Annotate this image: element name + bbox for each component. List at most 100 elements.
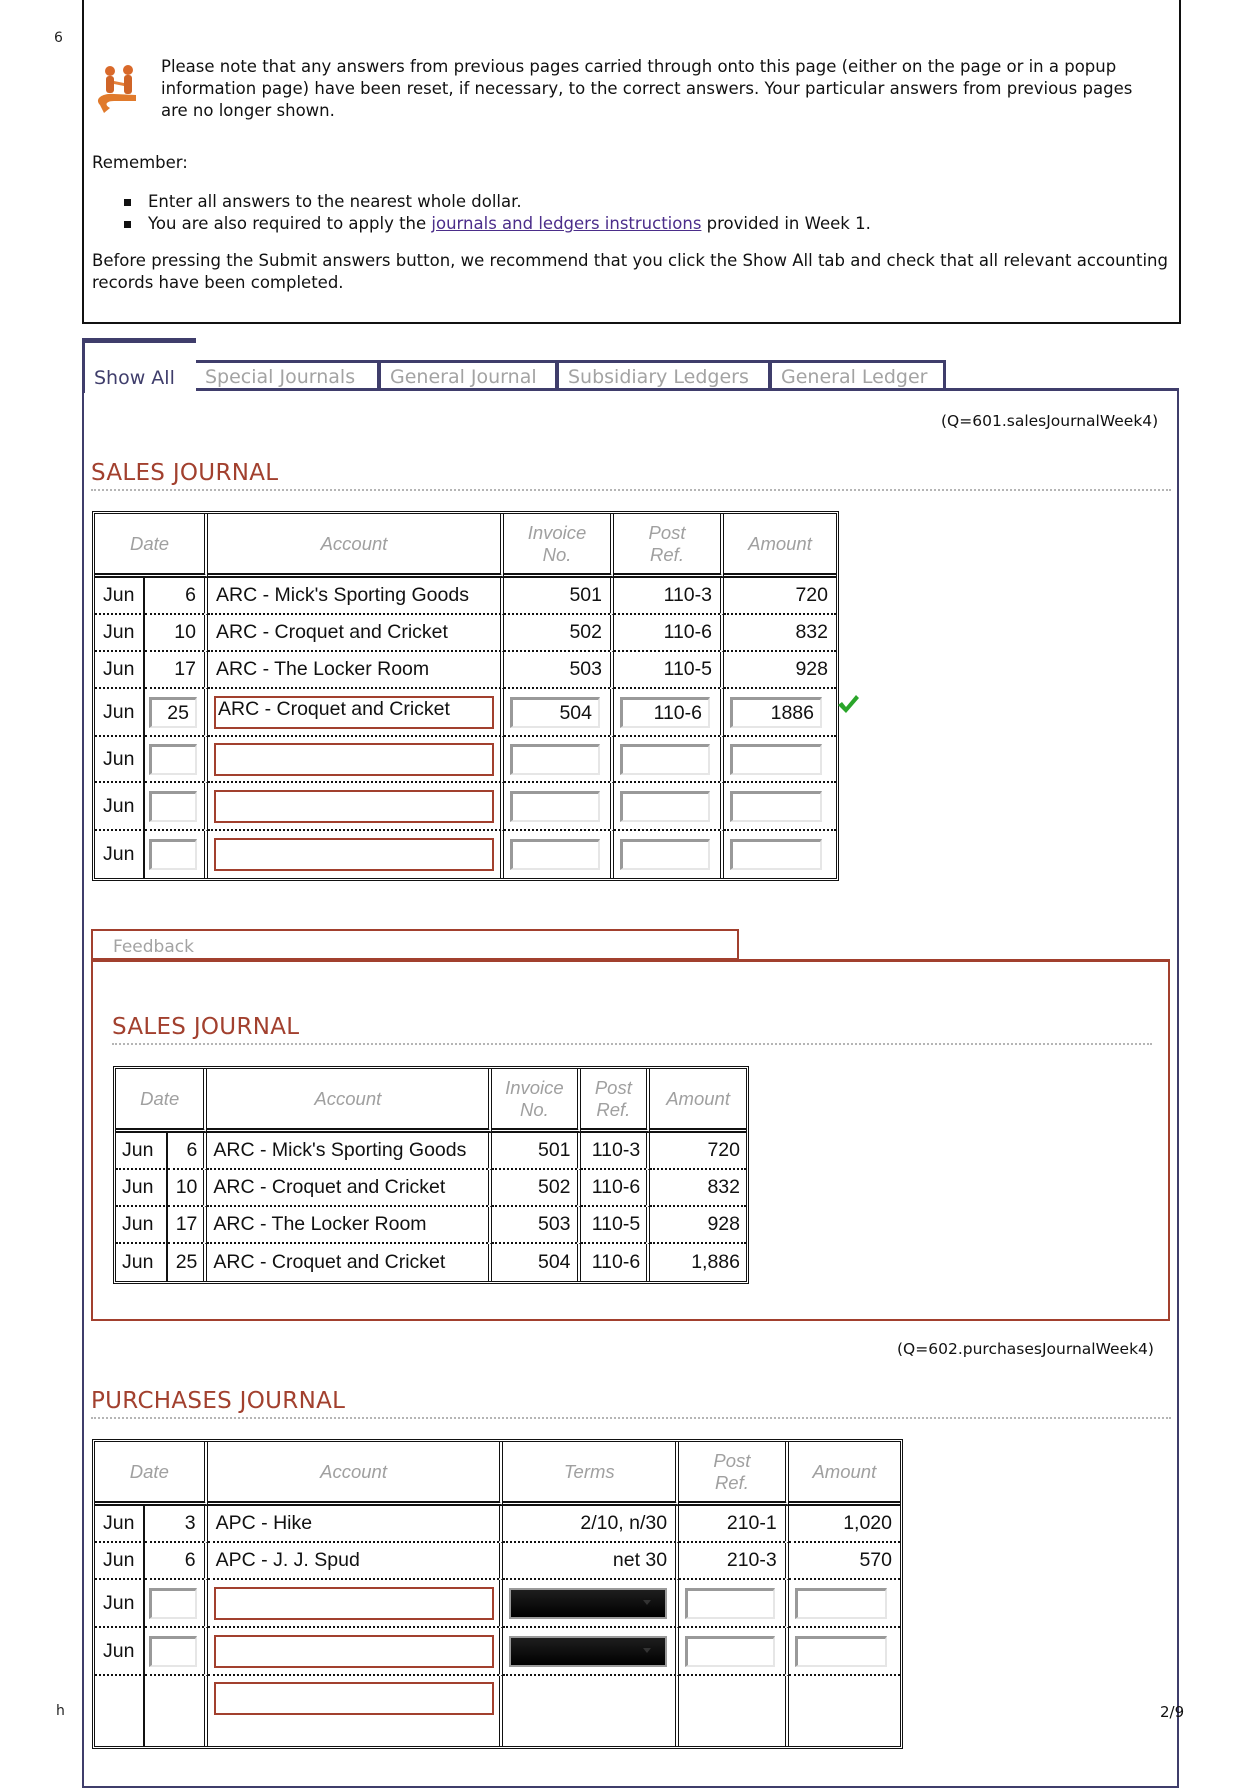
post-ref-input[interactable] — [620, 743, 710, 775]
day-input[interactable] — [148, 1635, 197, 1667]
terms-select[interactable] — [509, 1587, 668, 1619]
month-cell: Jun — [95, 1580, 145, 1628]
account-cell: ARC - Croquet and Cricket — [207, 1244, 493, 1281]
col-header-account: Account — [207, 1442, 504, 1506]
invoice-cell: 502 — [492, 1170, 581, 1207]
amount-input[interactable] — [730, 839, 822, 870]
amount-cell: 1,886 — [691, 1251, 740, 1273]
post-ref-input[interactable] — [685, 1587, 776, 1619]
post-ref-input[interactable]: 110-6 — [620, 696, 710, 728]
sales-journal-table: Date Account Invoice No. Post Ref. Amount … — [92, 511, 839, 881]
invoice-cell: 501 — [492, 1133, 581, 1170]
amount-input[interactable] — [730, 790, 822, 822]
month-cell: Jun — [95, 689, 145, 737]
terms-cell: net 30 — [503, 1543, 680, 1580]
amount-cell: 928 — [650, 1207, 746, 1244]
day-input[interactable] — [149, 743, 197, 775]
post-ref-input[interactable] — [685, 1635, 776, 1667]
input-row: Jun 25 ARC - Croquet and Cricket 504 110… — [95, 689, 836, 737]
chevron-down-icon — [643, 1647, 652, 1653]
invoice-input[interactable] — [510, 839, 600, 870]
month-cell: Jun — [95, 578, 145, 615]
margin-char-top: 6 — [54, 30, 63, 46]
col-header-date: Date — [95, 1442, 208, 1506]
day-input[interactable]: 25 — [149, 696, 197, 728]
month-cell: Jun — [95, 1543, 145, 1580]
day-cell: 10 — [145, 615, 208, 652]
journals-ledgers-instructions-link[interactable]: journals and ledgers instructions — [431, 214, 701, 233]
month-cell: Jun — [95, 615, 145, 652]
feedback-tab[interactable]: Feedback — [91, 929, 739, 961]
amount-input[interactable] — [730, 743, 822, 775]
account-cell: ARC - Mick's Sporting Goods — [208, 578, 504, 615]
remember-label: Remember: — [92, 153, 188, 172]
account-cell: APC - Hike — [207, 1506, 504, 1543]
month-cell: Jun — [95, 652, 145, 689]
notice-box: Please note that any answers from previo… — [82, 0, 1181, 324]
table-header-row: Date Account Invoice No. Post Ref. Amount — [116, 1069, 746, 1133]
input-row: Jun — [95, 1580, 900, 1628]
amount-cell: 570 — [788, 1543, 900, 1580]
day-cell — [145, 1676, 208, 1746]
day-input[interactable] — [149, 790, 197, 822]
account-input[interactable]: ARC - Croquet and Cricket — [214, 695, 494, 729]
page-number: 2/9 — [1160, 1703, 1185, 1721]
question-id-purchases: (Q=602.purchasesJournalWeek4) — [897, 1340, 1154, 1358]
chevron-down-icon — [643, 1599, 652, 1605]
account-input[interactable] — [214, 789, 494, 823]
amount-input[interactable] — [794, 1635, 887, 1667]
day-cell: 3 — [144, 1506, 208, 1543]
month-cell: Jun — [116, 1170, 168, 1207]
amount-cell: 1,020 — [788, 1506, 900, 1543]
reminder-text: You are also required to apply the — [148, 214, 432, 233]
post-ref-cell: 110-6 — [614, 615, 724, 652]
terms-select[interactable] — [509, 1635, 668, 1667]
tab-subsidiary-ledgers[interactable]: Subsidiary Ledgers — [556, 360, 771, 390]
purchases-journal-title: PURCHASES JOURNAL — [91, 1388, 346, 1414]
col-header-date: Date — [116, 1069, 208, 1133]
tab-show-all[interactable]: Show All — [82, 338, 196, 393]
reminder-item: You are also required to apply the journ… — [124, 213, 871, 235]
reminder-list: Enter all answers to the nearest whole d… — [124, 191, 871, 235]
amount-input[interactable]: 1886 — [730, 696, 822, 728]
post-ref-cell: 110-3 — [580, 1133, 651, 1170]
invoice-input[interactable] — [510, 743, 600, 775]
account-input[interactable] — [213, 1682, 494, 1715]
day-cell: 10 — [167, 1170, 208, 1207]
month-cell: Jun — [116, 1244, 168, 1281]
post-ref-input[interactable] — [620, 839, 710, 870]
invoice-input[interactable]: 504 — [510, 696, 600, 728]
amount-input[interactable] — [794, 1587, 887, 1619]
table-row: Jun 3 APC - Hike 2/10, n/30 210-1 1,020 — [95, 1506, 900, 1543]
col-header-terms: Terms — [503, 1442, 680, 1506]
post-ref-cell: 110-5 — [614, 652, 724, 689]
tab-general-ledger[interactable]: General Ledger — [769, 360, 946, 390]
account-cell: ARC - Croquet and Cricket — [208, 615, 504, 652]
post-ref-input[interactable] — [620, 790, 710, 822]
day-input[interactable] — [148, 1587, 197, 1619]
feedback-sales-journal-table: Date Account Invoice No. Post Ref. Amount … — [113, 1066, 749, 1284]
account-input[interactable] — [213, 1634, 494, 1668]
title-divider — [91, 489, 1171, 491]
table-row: Jun 10 ARC - Croquet and Cricket 502 110… — [116, 1170, 746, 1207]
account-input[interactable] — [213, 1586, 494, 1620]
invoice-cell: 504 — [492, 1244, 581, 1281]
account-input[interactable] — [214, 742, 494, 776]
invoice-cell: 501 — [504, 578, 614, 615]
margin-char-bottom: h — [56, 1703, 65, 1719]
tab-general-journal[interactable]: General Journal — [378, 360, 558, 390]
day-input[interactable] — [149, 839, 197, 870]
table-row: Jun 10 ARC - Croquet and Cricket 502 110… — [95, 615, 836, 652]
day-cell: 17 — [167, 1207, 208, 1244]
amount-cell: 720 — [650, 1133, 746, 1170]
col-header-amount: Amount — [788, 1442, 900, 1506]
month-cell: Jun — [95, 737, 145, 783]
tab-special-journals[interactable]: Special Journals — [193, 360, 380, 390]
day-cell: 6 — [167, 1133, 208, 1170]
table-header-row: Date Account Terms Post Ref. Amount — [95, 1442, 900, 1506]
account-input[interactable] — [214, 838, 494, 871]
question-id-sales: (Q=601.salesJournalWeek4) — [941, 412, 1159, 430]
sales-journal-title: SALES JOURNAL — [91, 460, 279, 486]
col-header-post-ref: Post Ref. — [679, 1442, 789, 1506]
invoice-input[interactable] — [510, 790, 600, 822]
